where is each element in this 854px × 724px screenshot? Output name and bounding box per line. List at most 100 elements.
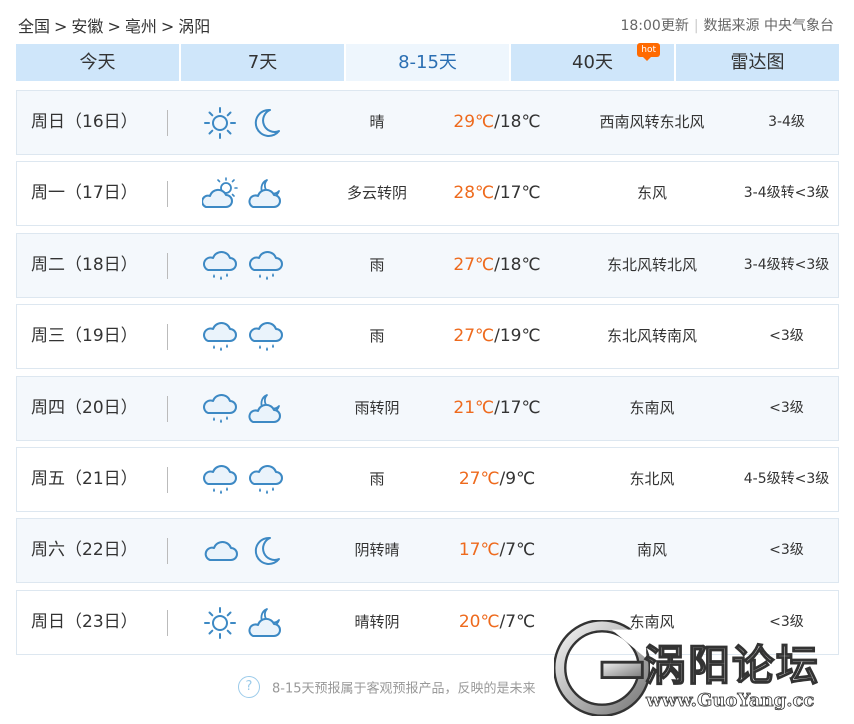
wind-level: 3-4级 — [768, 114, 805, 130]
breadcrumb-city[interactable]: 亳州 — [125, 17, 157, 36]
hot-badge: hot — [637, 43, 660, 61]
low-temperature: /19℃ — [494, 326, 541, 346]
row-divider — [167, 467, 168, 493]
breadcrumb: 全国 > 安徽 > 亳州 > 涡阳 — [18, 13, 210, 37]
breadcrumb-separator: > — [107, 17, 121, 36]
forecast-tabs: 今天 7天 8-15天 40天 hot 雷达图 — [16, 43, 839, 81]
rain-icon — [203, 394, 237, 423]
forecast-row: 周二（18日） 雨 27℃/18℃ 东北风转北风 3-4级转<3级 — [16, 233, 839, 298]
row-divider — [167, 253, 168, 279]
weather-description: 雨 — [369, 256, 385, 274]
weather-description: 晴转阴 — [354, 613, 400, 631]
low-temperature: /9℃ — [499, 469, 536, 489]
moon-cloud-icon — [248, 608, 281, 637]
wind-level: <3级 — [769, 400, 804, 416]
watermark: 涡阳论坛 www.GuoYang.cc — [554, 620, 854, 724]
row-divider — [167, 610, 168, 636]
weather-description: 雨转阴 — [354, 399, 400, 417]
forecast-row: 周六（22日） 阴转晴 17℃/7℃ 南风 <3级 — [16, 518, 839, 583]
row-divider — [167, 110, 168, 136]
sun-icon — [204, 107, 236, 139]
temperature: 17℃/7℃ — [442, 519, 552, 582]
temperature: 27℃/9℃ — [442, 448, 552, 511]
temperature: 29℃/18℃ — [442, 91, 552, 154]
tab-8-15-days[interactable]: 8-15天 — [346, 44, 509, 81]
row-divider — [167, 538, 168, 564]
forecast-row: 周三（19日） 雨 27℃/19℃ 东北风转南风 <3级 — [16, 304, 839, 369]
wind-direction: 东北风转南风 — [606, 327, 697, 345]
forecast-day: 周日（23日） — [31, 612, 138, 632]
low-temperature: /17℃ — [494, 183, 541, 203]
weather-icons — [202, 462, 284, 498]
high-temperature: 27℃ — [458, 469, 500, 489]
cloud-icon — [204, 541, 238, 561]
top-bar: 全国 > 安徽 > 亳州 > 涡阳 18:00更新 | 数据来源 中央气象台 — [0, 0, 854, 44]
weather-icons — [202, 248, 284, 284]
low-temperature: /18℃ — [494, 255, 541, 275]
wind-level: <3级 — [769, 542, 804, 558]
tab-today[interactable]: 今天 — [16, 44, 179, 81]
temperature: 21℃/17℃ — [442, 377, 552, 440]
high-temperature: 21℃ — [453, 398, 495, 418]
temperature: 27℃/18℃ — [442, 234, 552, 297]
update-time: 18:00更新 — [620, 18, 689, 34]
weather-description: 晴 — [369, 113, 385, 131]
breadcrumb-country[interactable]: 全国 — [18, 17, 50, 36]
watermark-title: 涡阳论坛 — [643, 640, 821, 691]
rain-icon — [203, 465, 237, 494]
wind-direction: 东北风 — [629, 470, 675, 488]
weather-icons — [202, 319, 284, 355]
row-divider — [167, 181, 168, 207]
meta-divider: | — [693, 18, 699, 34]
forecast-day: 周三（19日） — [31, 326, 138, 346]
wind-level: <3级 — [769, 328, 804, 344]
low-temperature: /17℃ — [494, 398, 541, 418]
note-text: 8-15天预报属于客观预报产品，反映的是未来 — [272, 681, 536, 697]
guoyang-logo-icon — [554, 620, 650, 716]
wind-level: 4-5级转<3级 — [743, 471, 830, 487]
forecast-day: 周六（22日） — [31, 540, 138, 560]
high-temperature: 28℃ — [453, 183, 495, 203]
weather-description: 雨 — [369, 470, 385, 488]
forecast-note: ? 8-15天预报属于客观预报产品，反映的是未来 — [238, 676, 536, 698]
question-icon[interactable]: ? — [238, 676, 260, 698]
weather-icons — [202, 533, 284, 569]
breadcrumb-province[interactable]: 安徽 — [71, 17, 103, 36]
breadcrumb-separator: > — [54, 17, 68, 36]
low-temperature: /7℃ — [499, 540, 536, 560]
wind-level: 3-4级转<3级 — [743, 257, 830, 273]
temperature: 28℃/17℃ — [442, 162, 552, 225]
breadcrumb-county[interactable]: 涡阳 — [178, 17, 210, 36]
wind-direction: 东南风 — [629, 399, 675, 417]
forecast-row: 周五（21日） 雨 27℃/9℃ 东北风 4-5级转<3级 — [16, 447, 839, 512]
rain-icon — [249, 465, 283, 494]
moon-cloud-icon — [248, 394, 281, 423]
weather-description: 阴转晴 — [354, 541, 400, 559]
rain-icon — [249, 251, 283, 280]
weather-icons — [202, 391, 284, 427]
low-temperature: /18℃ — [494, 112, 541, 132]
low-temperature: /7℃ — [499, 612, 536, 632]
sun-icon — [204, 607, 236, 639]
moon-icon — [254, 108, 280, 137]
breadcrumb-separator: > — [160, 17, 175, 36]
temperature: 27℃/19℃ — [442, 305, 552, 368]
forecast-day: 周日（16日） — [31, 112, 138, 132]
wind-direction: 东北风转北风 — [606, 256, 697, 274]
data-source: 数据来源 中央气象台 — [703, 18, 834, 34]
row-divider — [167, 324, 168, 350]
weather-icons — [202, 605, 284, 641]
sun-cloud-icon — [202, 177, 238, 208]
tab-7-days[interactable]: 7天 — [181, 44, 344, 81]
moon-icon — [254, 536, 280, 565]
tab-radar[interactable]: 雷达图 — [676, 44, 839, 81]
weather-description: 多云转阴 — [346, 184, 407, 202]
tab-40-days-label: 40天 — [572, 52, 613, 73]
forecast-day: 周四（20日） — [31, 398, 138, 418]
forecast-row: 周日（16日） 晴 29℃/18℃ 西南风转东北风 3-4级 — [16, 90, 839, 155]
tab-40-days[interactable]: 40天 hot — [511, 43, 674, 81]
forecast-row: 周一（17日） 多云转阴 28℃/17℃ 东风 3-4级转<3级 — [16, 161, 839, 226]
rain-icon — [249, 322, 283, 351]
high-temperature: 27℃ — [453, 255, 495, 275]
wind-direction: 南风 — [636, 541, 667, 559]
